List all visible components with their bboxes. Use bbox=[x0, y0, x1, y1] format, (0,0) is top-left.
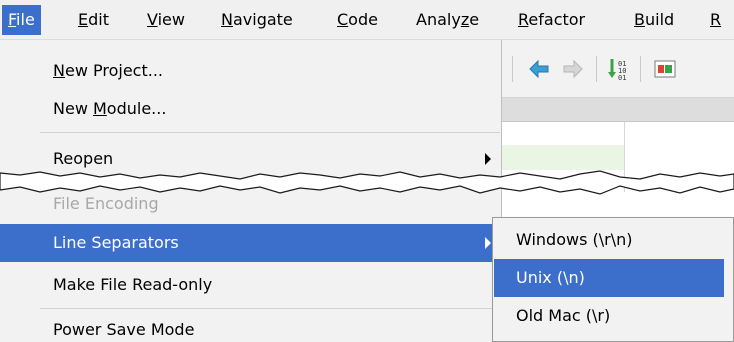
menu-item-file-encoding[interactable]: File Encoding bbox=[0, 185, 501, 223]
file-menu-dropdown: New Project... New Module... Reopen File… bbox=[0, 40, 502, 342]
menu-analyze[interactable]: Analyze bbox=[410, 5, 485, 35]
make-read-only-label: Make File Read-only bbox=[53, 275, 213, 294]
menu-build-rest: uild bbox=[644, 10, 675, 29]
menu-view-rest: iew bbox=[157, 10, 185, 29]
toolbar-separator bbox=[596, 56, 597, 82]
windows-label: Windows (\r\n) bbox=[516, 230, 633, 249]
menu-analyze-pre: Analy bbox=[416, 10, 461, 29]
menu-analyze-mnemonic: z bbox=[460, 10, 470, 29]
menu-file[interactable]: File bbox=[2, 5, 41, 35]
submenu-arrow-icon bbox=[485, 153, 491, 165]
menu-run-mnemonic: R bbox=[710, 10, 722, 29]
toolbar-separator bbox=[640, 56, 641, 82]
menu-bar: File Edit View Navigate Code Analyze Ref… bbox=[0, 0, 734, 40]
unix-label: Unix (\n) bbox=[516, 268, 585, 287]
toolbar-separator bbox=[512, 56, 513, 82]
menu-item-power-save[interactable]: Power Save Mode bbox=[0, 311, 501, 342]
menu-item-new-module[interactable]: New Module... bbox=[0, 90, 501, 128]
reopen-label: Reopen bbox=[53, 149, 114, 168]
back-arrow-icon[interactable] bbox=[526, 56, 552, 82]
menu-code-mnemonic: C bbox=[337, 10, 349, 29]
run-config-icon[interactable] bbox=[652, 56, 678, 82]
menu-refactor-rest: efactor bbox=[528, 10, 586, 29]
gutter-divider bbox=[624, 122, 625, 192]
editor-tab-strip bbox=[502, 98, 734, 122]
menu-build-mnemonic: B bbox=[634, 10, 645, 29]
old-mac-label: Old Mac (\r) bbox=[516, 306, 611, 325]
main-toolbar: 01 10 01 bbox=[502, 40, 734, 98]
new-module-mnemonic: M bbox=[92, 99, 107, 118]
line-separators-label: Line Separators bbox=[53, 233, 179, 252]
menu-separator bbox=[40, 308, 500, 309]
menu-build[interactable]: Build bbox=[628, 5, 680, 35]
menu-file-mnemonic: F bbox=[8, 10, 17, 29]
forward-arrow-icon[interactable] bbox=[560, 56, 586, 82]
menu-view-mnemonic: V bbox=[147, 10, 158, 29]
menu-analyze-rest: e bbox=[469, 10, 480, 29]
menu-refactor[interactable]: Refactor bbox=[512, 5, 591, 35]
new-project-mnemonic: N bbox=[53, 61, 65, 80]
menu-edit-rest: dit bbox=[88, 10, 109, 29]
menu-code-rest: ode bbox=[348, 10, 378, 29]
menu-item-line-separators[interactable]: Line Separators bbox=[0, 224, 501, 262]
menu-run-partial[interactable]: R bbox=[704, 5, 727, 35]
menu-item-make-read-only[interactable]: Make File Read-only bbox=[0, 266, 501, 304]
new-module-pre: New bbox=[53, 99, 93, 118]
menu-item-reopen[interactable]: Reopen bbox=[0, 140, 501, 178]
menu-view[interactable]: View bbox=[141, 5, 191, 35]
new-module-rest: odule... bbox=[106, 99, 167, 118]
svg-text:01: 01 bbox=[618, 74, 626, 82]
menu-refactor-mnemonic: R bbox=[518, 10, 529, 29]
menu-edit-mnemonic: E bbox=[78, 10, 89, 29]
menu-file-rest: ile bbox=[16, 10, 35, 29]
menu-separator bbox=[40, 132, 500, 133]
new-project-rest: ew Project... bbox=[64, 61, 163, 80]
power-save-label: Power Save Mode bbox=[53, 320, 195, 339]
menu-navigate[interactable]: Navigate bbox=[215, 5, 299, 35]
submenu-item-unix[interactable]: Unix (\n) bbox=[494, 259, 724, 297]
menu-navigate-rest: avigate bbox=[232, 10, 293, 29]
menu-edit[interactable]: Edit bbox=[72, 5, 115, 35]
submenu-arrow-icon bbox=[485, 237, 491, 249]
menu-code[interactable]: Code bbox=[331, 5, 384, 35]
submenu-item-old-mac[interactable]: Old Mac (\r) bbox=[494, 297, 724, 335]
menu-navigate-mnemonic: N bbox=[221, 10, 233, 29]
submenu-item-windows[interactable]: Windows (\r\n) bbox=[494, 221, 724, 259]
menu-item-new-project[interactable]: New Project... bbox=[0, 52, 501, 90]
line-separators-submenu: Windows (\r\n) Unix (\n) Old Mac (\r) bbox=[492, 217, 734, 342]
file-encoding-label: File Encoding bbox=[53, 194, 159, 213]
highlighted-line bbox=[502, 145, 624, 170]
sort-binary-icon[interactable]: 01 10 01 bbox=[606, 56, 632, 82]
